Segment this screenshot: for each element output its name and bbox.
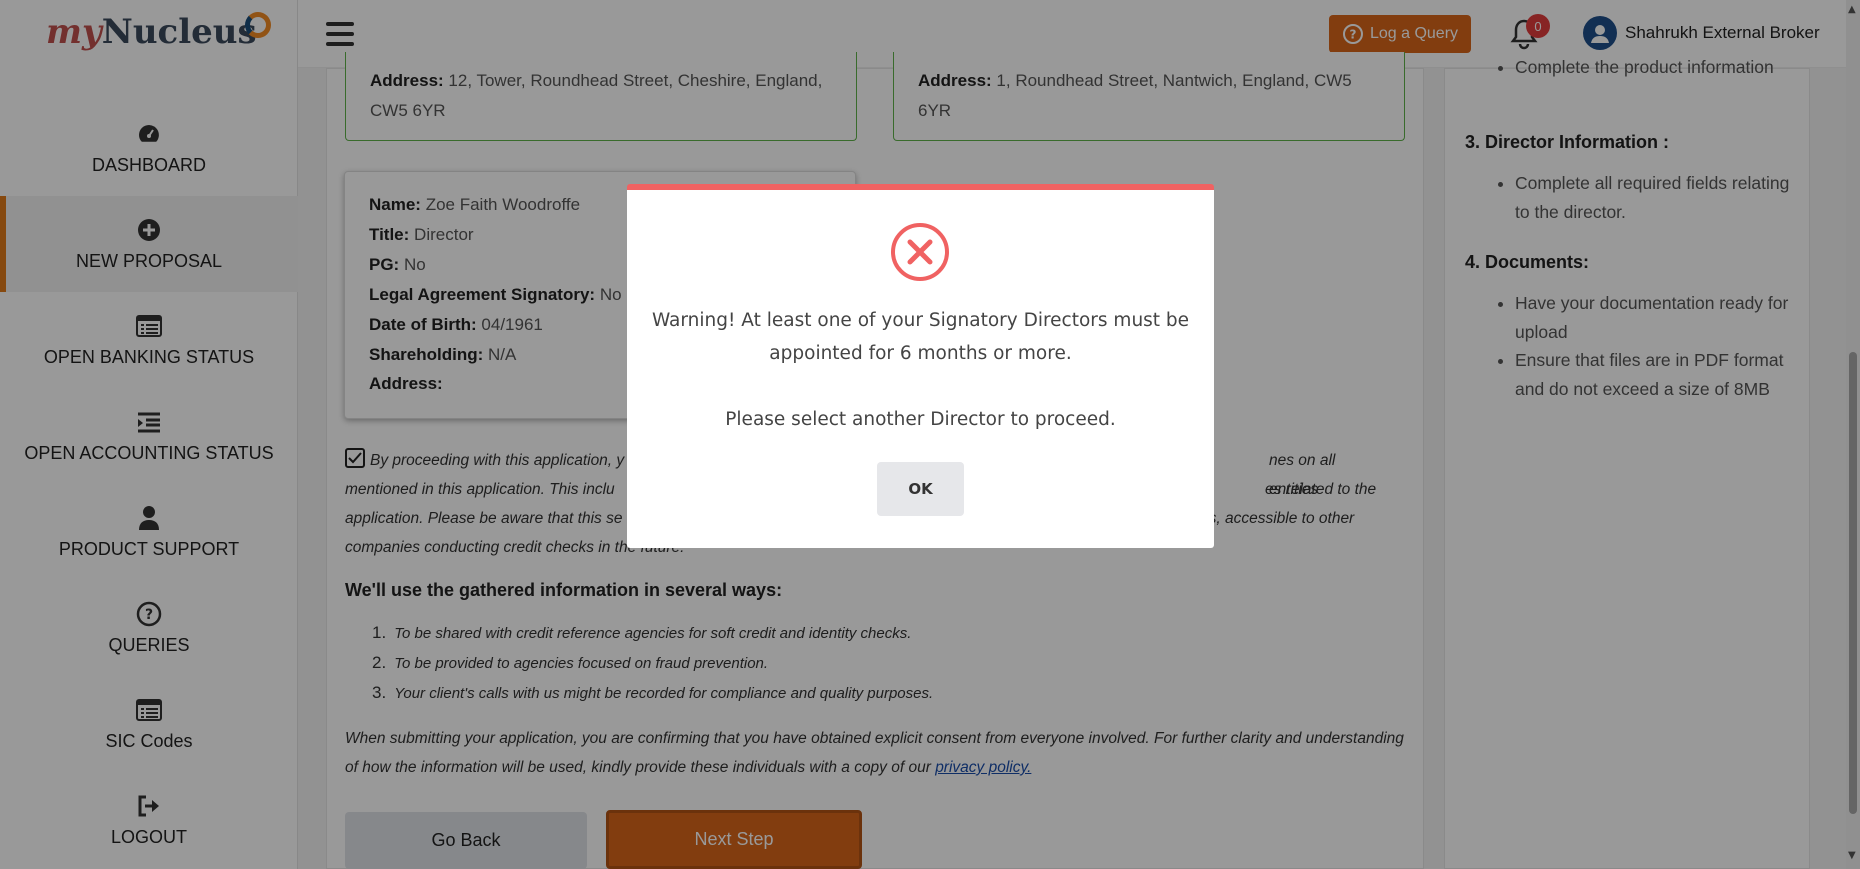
- warning-dialog: Warning! At least one of your Signatory …: [627, 184, 1214, 548]
- error-x-icon: [891, 223, 949, 281]
- dialog-message: Warning! At least one of your Signatory …: [651, 310, 1190, 364]
- dialog-message-secondary: Please select another Director to procee…: [725, 409, 1116, 430]
- ok-button[interactable]: OK: [877, 462, 964, 516]
